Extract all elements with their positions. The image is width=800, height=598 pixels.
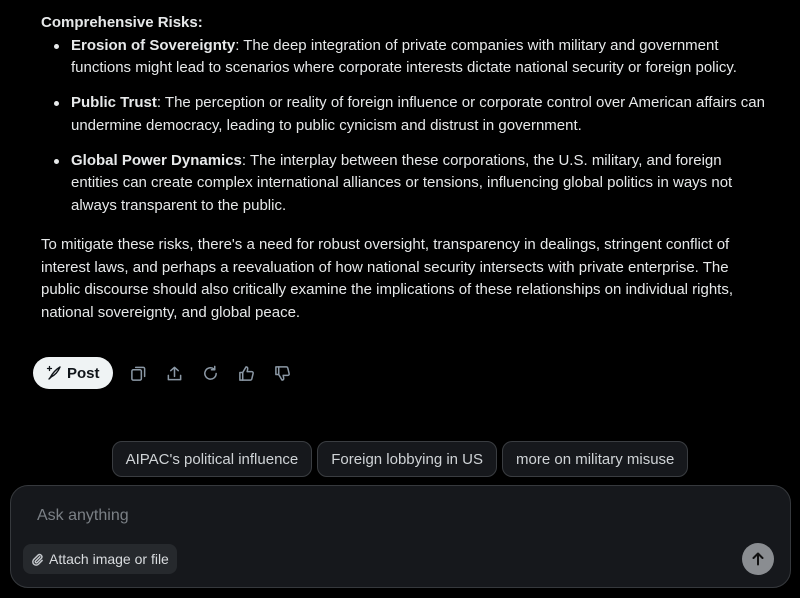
attach-button[interactable]: Attach image or file: [23, 544, 177, 574]
suggestion-chip[interactable]: AIPAC's political influence: [111, 441, 313, 477]
send-button[interactable]: [742, 543, 774, 575]
risk-term: Public Trust: [71, 94, 157, 111]
regenerate-icon[interactable]: [201, 363, 221, 383]
ask-input[interactable]: [35, 506, 719, 526]
copy-icon[interactable]: [129, 363, 149, 383]
post-button-label: Post: [67, 364, 100, 382]
composer: Attach image or file: [10, 485, 791, 588]
risks-heading: Comprehensive Risks:: [41, 14, 203, 31]
suggestion-chips: AIPAC's political influence Foreign lobb…: [0, 441, 800, 477]
quill-plus-icon: [46, 365, 61, 380]
response-actions: Post: [33, 357, 293, 389]
closing-paragraph: To mitigate these risks, there's a need …: [41, 236, 734, 321]
attach-label: Attach image or file: [49, 551, 169, 567]
risk-term: Global Power Dynamics: [71, 151, 242, 169]
thumbs-up-icon[interactable]: [237, 363, 257, 383]
answer-body: Comprehensive Risks: Erosion of Sovereig…: [41, 12, 766, 324]
suggestion-chip[interactable]: Foreign lobbying in US: [317, 441, 498, 477]
suggestion-chip[interactable]: more on military misuse: [502, 441, 689, 477]
list-item: Erosion of Sovereignty: The deep integra…: [54, 35, 766, 80]
list-item: Global Power Dynamics: The interplay bet…: [54, 150, 766, 218]
arrow-up-icon: [752, 552, 764, 566]
share-icon[interactable]: [165, 363, 185, 383]
risk-term: Erosion of Sovereignty: [71, 36, 236, 54]
risks-list: Erosion of Sovereignty: The deep integra…: [41, 35, 766, 218]
post-button[interactable]: Post: [33, 357, 113, 389]
list-item: Public Trust: The perception or reality …: [54, 92, 766, 137]
risk-text: : The perception or reality of foreign i…: [71, 94, 765, 134]
thumbs-down-icon[interactable]: [273, 363, 293, 383]
paperclip-icon: [32, 553, 43, 566]
